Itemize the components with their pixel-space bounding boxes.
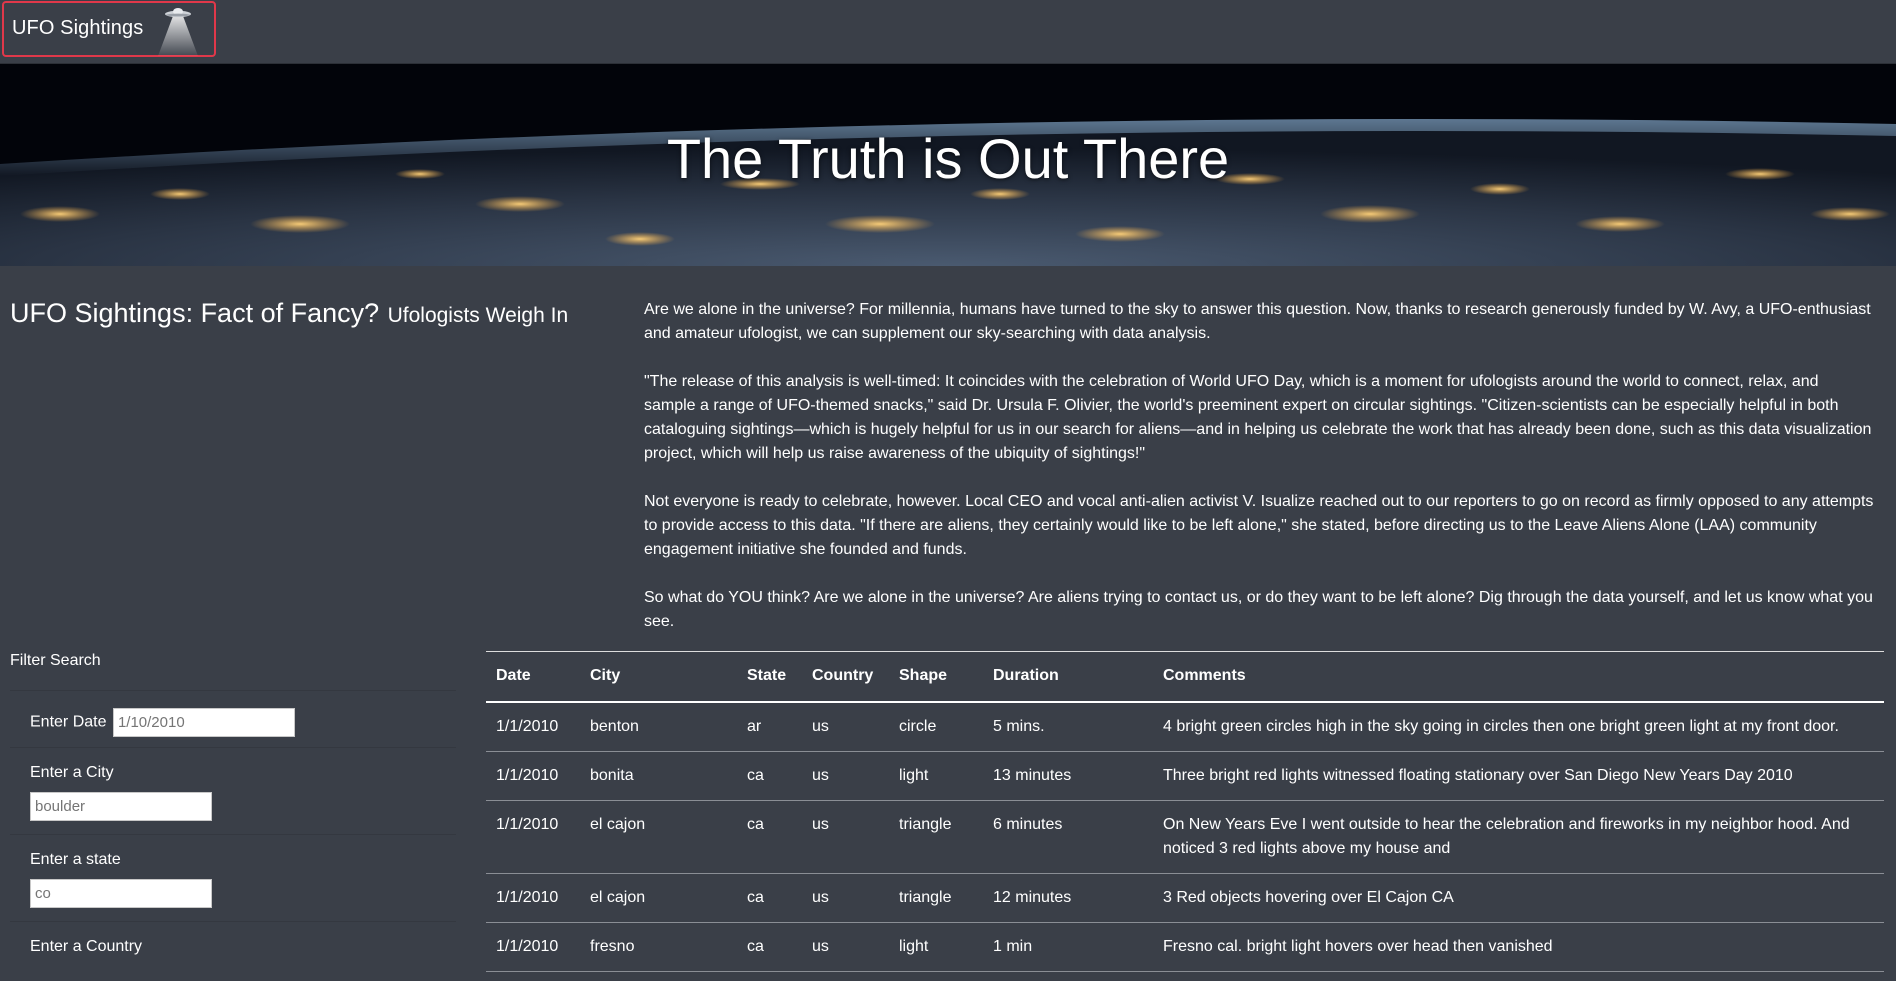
brand-title: UFO Sightings	[12, 17, 144, 39]
navbar: UFO Sightings	[0, 0, 1896, 64]
cell-shape: light	[889, 922, 983, 972]
cell-city: benton	[580, 701, 737, 752]
cell-duration: 13 minutes	[983, 751, 1153, 801]
cell-country: us	[802, 873, 889, 923]
filter-title: Filter Search	[10, 652, 101, 669]
ufo-table: Date City State Country Shape Duration C…	[486, 651, 1884, 972]
cell-city: bonita	[580, 751, 737, 801]
table-row: 1/1/2010 bonita ca us light 13 minutes T…	[486, 751, 1884, 801]
cell-date: 1/1/2010	[486, 701, 580, 752]
header-country: Country	[802, 651, 889, 703]
filter-panel: Enter Date Enter a City Enter a state En…	[10, 690, 456, 980]
hero-title: The Truth is Out There	[666, 127, 1230, 190]
header-shape: Shape	[889, 651, 983, 703]
cell-comments: Fresno cal. bright light hovers over hea…	[1153, 922, 1884, 972]
cell-country: us	[802, 800, 889, 874]
cell-duration: 1 min	[983, 922, 1153, 972]
date-label: Enter Date	[30, 713, 107, 731]
header-state: State	[737, 651, 802, 703]
cell-state: ca	[737, 873, 802, 923]
article-paragraph: Are we alone in the universe? For millen…	[644, 301, 1871, 342]
cell-state: ar	[737, 701, 802, 752]
cell-duration: 6 minutes	[983, 800, 1153, 874]
cell-comments: Three bright red lights witnessed floati…	[1153, 751, 1884, 801]
state-label: Enter a state	[30, 851, 121, 868]
table-row: 1/1/2010 el cajon ca us triangle 12 minu…	[486, 873, 1884, 923]
table-row: 1/1/2010 el cajon ca us triangle 6 minut…	[486, 800, 1884, 874]
header-duration: Duration	[983, 651, 1153, 703]
cell-country: us	[802, 751, 889, 801]
table-row: 1/1/2010 fresno ca us light 1 min Fresno…	[486, 922, 1884, 972]
cell-country: us	[802, 701, 889, 752]
intro-subtitle: Ufologists Weigh In	[387, 304, 569, 327]
cell-city: fresno	[580, 922, 737, 972]
cell-date: 1/1/2010	[486, 922, 580, 972]
cell-state: ca	[737, 922, 802, 972]
cell-comments: 3 Red objects hovering over El Cajon CA	[1153, 873, 1884, 923]
cell-comments: 4 bright green circles high in the sky g…	[1153, 701, 1884, 752]
header-city: City	[580, 651, 737, 703]
cell-state: ca	[737, 751, 802, 801]
article-paragraph: Not everyone is ready to celebrate, howe…	[644, 493, 1874, 558]
country-label: Enter a Country	[30, 938, 143, 955]
cell-duration: 5 mins.	[983, 701, 1153, 752]
intro-heading: UFO Sightings: Fact of Fancy? Ufologists…	[10, 298, 610, 329]
brand-link[interactable]: UFO Sightings	[2, 1, 216, 57]
header-comments: Comments	[1153, 651, 1884, 703]
cell-date: 1/1/2010	[486, 800, 580, 874]
filter-city-content: Enter a City	[10, 747, 456, 833]
cell-shape: triangle	[889, 873, 983, 923]
article-paragraph: So what do YOU think? Are we alone in th…	[644, 589, 1873, 630]
filter-date: Enter Date	[10, 690, 456, 746]
table-row: 1/1/2010 benton ar us circle 5 mins. 4 b…	[486, 701, 1884, 752]
cell-city: el cajon	[580, 873, 737, 923]
city-input[interactable]	[30, 792, 212, 821]
filter-state: Enter a state	[10, 834, 456, 920]
cell-duration: 12 minutes	[983, 873, 1153, 923]
city-label: Enter a City	[30, 764, 114, 781]
article-body: Are we alone in the universe? For millen…	[644, 298, 1874, 658]
filter-country: Enter a Country	[10, 921, 456, 981]
cell-shape: circle	[889, 701, 983, 752]
cell-date: 1/1/2010	[486, 873, 580, 923]
table-header-row: Date City State Country Shape Duration C…	[486, 651, 1884, 703]
date-input[interactable]	[112, 708, 295, 737]
cell-date: 1/1/2010	[486, 751, 580, 801]
cell-country: us	[802, 922, 889, 972]
article-paragraph: "The release of this analysis is well-ti…	[644, 373, 1872, 462]
cell-shape: triangle	[889, 800, 983, 874]
intro-title: UFO Sightings: Fact of Fancy?	[10, 298, 380, 328]
cell-shape: light	[889, 751, 983, 801]
header-date: Date	[486, 651, 580, 703]
state-input[interactable]	[30, 879, 212, 908]
cell-city: el cajon	[580, 800, 737, 874]
cell-state: ca	[737, 800, 802, 874]
ufo-icon	[158, 8, 198, 56]
hero-banner: The Truth is Out There	[0, 64, 1896, 266]
cell-comments: On New Years Eve I went outside to hear …	[1153, 800, 1884, 874]
